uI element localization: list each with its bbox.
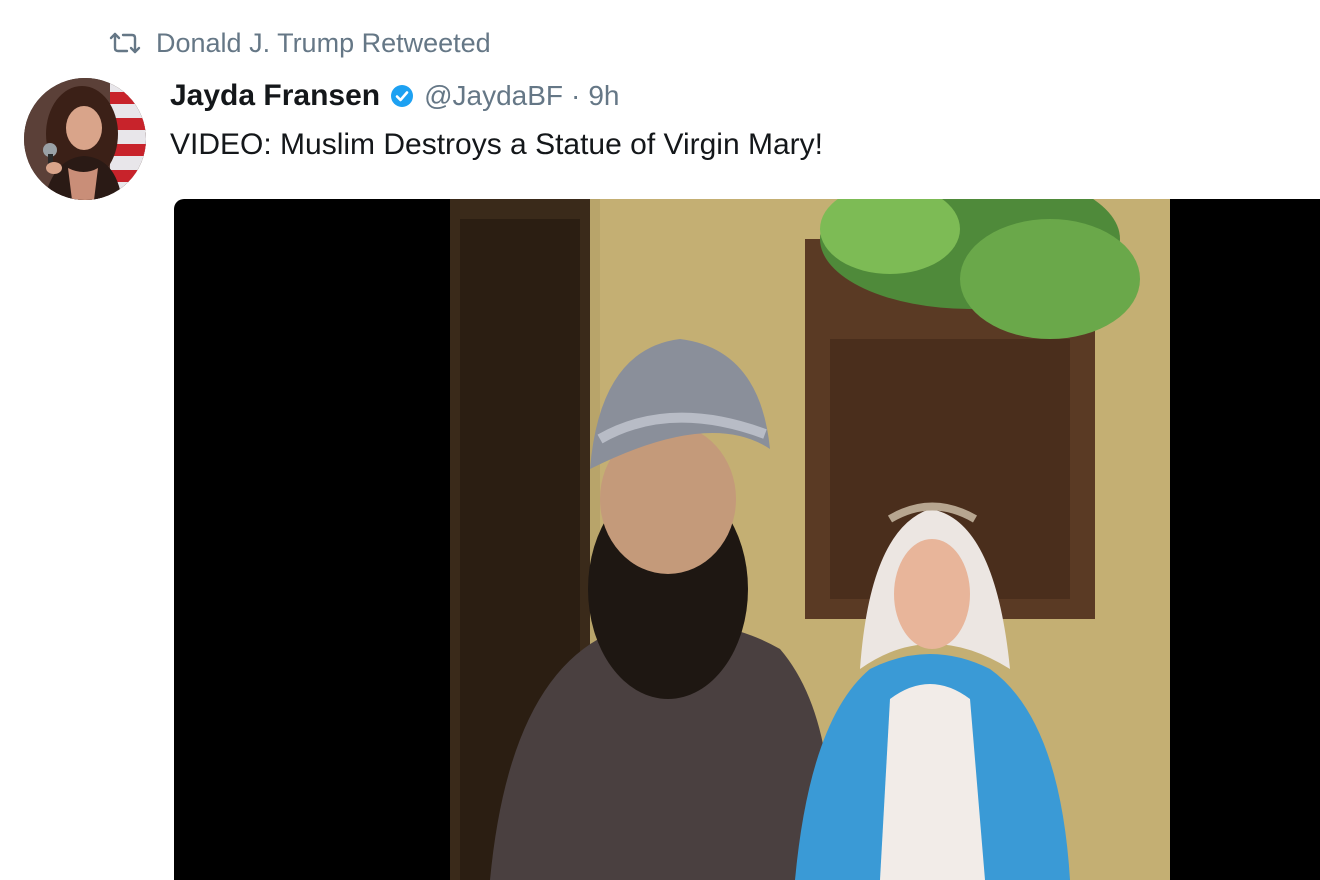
separator-dot: ·: [571, 80, 581, 111]
retweet-context-label: Donald J. Trump Retweeted: [156, 27, 491, 58]
retweet-context[interactable]: Donald J. Trump Retweeted: [108, 26, 491, 60]
avatar[interactable]: [24, 78, 146, 200]
video-player[interactable]: [174, 199, 1320, 880]
retweet-icon: [108, 31, 142, 55]
author-handle[interactable]: @JaydaBF: [424, 80, 563, 112]
tweet-text: VIDEO: Muslim Destroys a Statue of Virgi…: [170, 128, 823, 161]
tweet-header: Jayda Fransen @JaydaBF · 9h: [170, 76, 620, 116]
video-frame[interactable]: [450, 199, 1170, 880]
author-name[interactable]: Jayda Fransen: [170, 79, 380, 113]
verified-badge-icon: [390, 84, 414, 108]
tweet-timestamp[interactable]: 9h: [588, 80, 619, 112]
